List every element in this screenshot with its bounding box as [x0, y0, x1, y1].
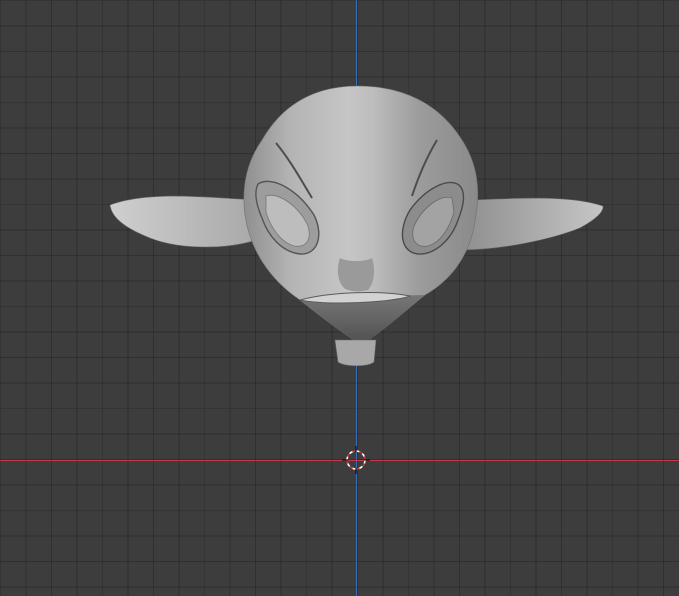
- nose: [337, 258, 375, 292]
- mesh-object-icon[interactable]: [0, 0, 679, 596]
- left-ear: [109, 195, 263, 248]
- 3d-viewport[interactable]: [0, 0, 679, 596]
- right-ear: [461, 197, 604, 251]
- neck: [334, 339, 377, 367]
- 3d-cursor-icon[interactable]: [340, 444, 372, 476]
